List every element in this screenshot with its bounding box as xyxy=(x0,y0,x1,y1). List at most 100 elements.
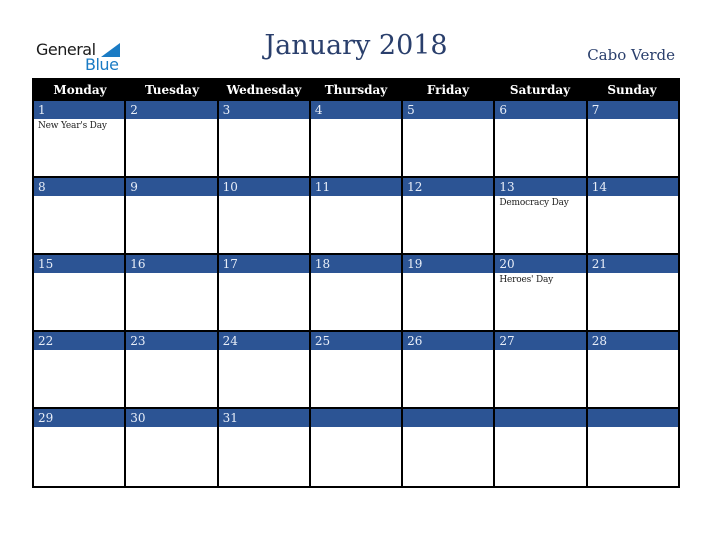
holiday-label xyxy=(588,119,678,121)
week-row: 29 30 31 xyxy=(34,409,678,486)
day-cell[interactable]: 14 xyxy=(587,178,678,255)
day-cell[interactable]: 5 xyxy=(403,101,496,178)
day-cell[interactable] xyxy=(495,409,588,486)
holiday-label xyxy=(588,427,678,429)
day-number: 12 xyxy=(403,178,494,196)
day-cell[interactable]: 23 xyxy=(126,332,219,409)
weekday-saturday: Saturday xyxy=(509,83,571,97)
day-number xyxy=(495,409,586,427)
holiday-label xyxy=(126,350,216,352)
holiday-label xyxy=(34,427,124,429)
weekday-sunday: Sunday xyxy=(607,83,657,97)
day-number: 28 xyxy=(587,332,678,350)
day-cell[interactable]: 21 xyxy=(587,255,678,332)
day-cell[interactable]: 4 xyxy=(310,101,404,178)
weekday-monday: Monday xyxy=(53,83,107,97)
holiday-label xyxy=(311,273,401,275)
day-number: 2 xyxy=(126,101,217,119)
day-cell[interactable]: 7 xyxy=(587,101,678,178)
day-cell[interactable]: 27 xyxy=(495,332,588,409)
day-cell[interactable]: 22 xyxy=(34,332,127,409)
holiday-label xyxy=(403,119,493,121)
holiday-label xyxy=(311,350,401,352)
holiday-label xyxy=(311,427,401,429)
day-number: 23 xyxy=(126,332,217,350)
holiday-label xyxy=(403,273,493,275)
day-cell[interactable]: 26 xyxy=(403,332,496,409)
day-cell[interactable]: 9 xyxy=(126,178,219,255)
day-number: 10 xyxy=(218,178,309,196)
day-cell[interactable]: 12 xyxy=(403,178,496,255)
day-cell[interactable]: 29 xyxy=(34,409,127,486)
day-cell[interactable]: 20 Heroes' Day xyxy=(495,255,588,332)
day-cell[interactable]: 13 Democracy Day xyxy=(495,178,588,255)
day-cell[interactable]: 10 xyxy=(218,178,311,255)
week-row: 22 23 24 25 26 27 28 xyxy=(34,332,678,409)
day-number: 21 xyxy=(587,255,678,273)
day-number: 18 xyxy=(310,255,402,273)
weekday-tuesday: Tuesday xyxy=(144,83,200,97)
day-number: 24 xyxy=(218,332,309,350)
day-number: 17 xyxy=(218,255,309,273)
day-cell[interactable]: 17 xyxy=(218,255,311,332)
day-cell[interactable] xyxy=(310,409,404,486)
holiday-label xyxy=(219,196,309,198)
day-number: 31 xyxy=(218,409,309,427)
holiday-label xyxy=(34,350,124,352)
day-number xyxy=(310,409,402,427)
day-cell[interactable]: 1 New Year's Day xyxy=(34,101,127,178)
day-cell[interactable]: 28 xyxy=(587,332,678,409)
day-cell[interactable]: 6 xyxy=(495,101,588,178)
day-number: 7 xyxy=(587,101,678,119)
day-cell[interactable]: 3 xyxy=(218,101,311,178)
holiday-label: New Year's Day xyxy=(38,121,107,131)
weekday-header: Monday Tuesday Wednesday Thursday Friday Satu… xyxy=(34,78,678,101)
holiday-label xyxy=(34,273,124,275)
holiday-label xyxy=(403,427,493,429)
day-number: 15 xyxy=(34,255,125,273)
day-cell[interactable] xyxy=(587,409,678,486)
day-number: 29 xyxy=(34,409,125,427)
calendar-grid: Monday Tuesday Wednesday Thursday Friday Satu… xyxy=(32,78,680,488)
holiday-label xyxy=(126,119,216,121)
day-number: 14 xyxy=(587,178,678,196)
day-cell[interactable]: 16 xyxy=(126,255,219,332)
day-number: 16 xyxy=(126,255,217,273)
weekday-thursday: Thursday xyxy=(324,83,388,97)
day-cell[interactable] xyxy=(403,409,496,486)
day-number: 4 xyxy=(310,101,402,119)
day-number: 19 xyxy=(403,255,494,273)
weekday-friday: Friday xyxy=(426,83,470,97)
holiday-label xyxy=(219,273,309,275)
day-number: 11 xyxy=(310,178,402,196)
day-cell[interactable]: 8 xyxy=(34,178,127,255)
day-cell[interactable]: 25 xyxy=(310,332,404,409)
holiday-label xyxy=(219,350,309,352)
day-cell[interactable]: 24 xyxy=(218,332,311,409)
day-cell[interactable]: 2 xyxy=(126,101,219,178)
day-number xyxy=(587,409,678,427)
holiday-label xyxy=(219,119,309,121)
holiday-label xyxy=(126,196,216,198)
holiday-label xyxy=(403,350,493,352)
day-cell[interactable]: 11 xyxy=(310,178,404,255)
day-cell[interactable]: 30 xyxy=(126,409,219,486)
day-number: 25 xyxy=(310,332,402,350)
day-cell[interactable]: 15 xyxy=(34,255,127,332)
holiday-label xyxy=(34,196,124,198)
week-row: 8 9 10 11 12 13 Democracy Day 14 xyxy=(34,178,678,255)
day-number: 20 xyxy=(495,255,586,273)
day-cell[interactable]: 19 xyxy=(403,255,496,332)
day-number: 13 xyxy=(495,178,586,196)
day-cell[interactable]: 18 xyxy=(310,255,404,332)
day-number: 27 xyxy=(495,332,586,350)
week-row: 15 16 17 18 19 20 Heroes' Day 21 xyxy=(34,255,678,332)
day-cell[interactable]: 31 xyxy=(218,409,311,486)
holiday-label xyxy=(126,273,216,275)
holiday-label xyxy=(495,427,585,429)
day-number: 3 xyxy=(218,101,309,119)
day-number: 5 xyxy=(403,101,494,119)
holiday-label: Democracy Day xyxy=(499,198,569,208)
day-number: 9 xyxy=(126,178,217,196)
day-number: 26 xyxy=(403,332,494,350)
